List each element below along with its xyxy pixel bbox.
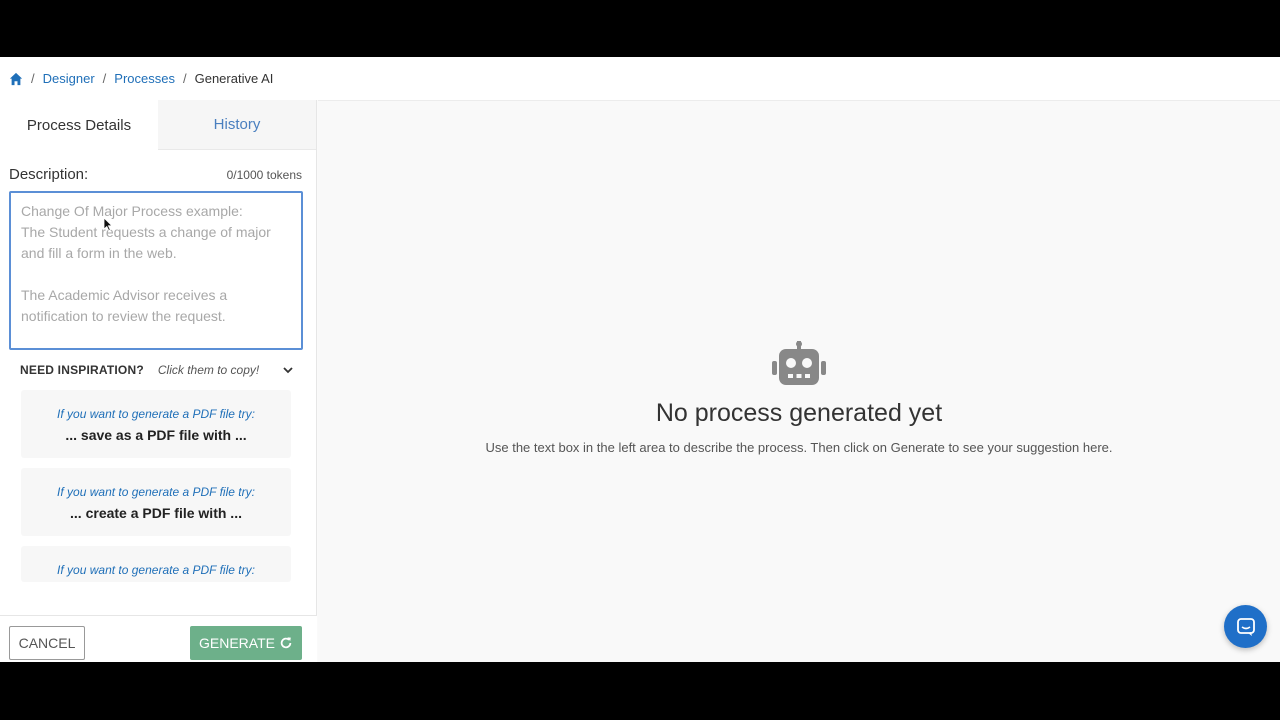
chat-icon xyxy=(1236,617,1255,636)
chevron-down-icon[interactable] xyxy=(282,364,294,376)
inspiration-card-hint: If you want to generate a PDF file try: xyxy=(57,485,255,499)
tab-history[interactable]: History xyxy=(158,100,316,150)
description-header: Description: 0/1000 tokens xyxy=(9,166,302,183)
result-area: No process generated yet Use the text bo… xyxy=(318,100,1280,662)
breadcrumb-current: Generative AI xyxy=(194,71,274,86)
description-input[interactable] xyxy=(9,191,303,350)
breadcrumb-processes[interactable]: Processes xyxy=(114,71,175,86)
top-letterbox xyxy=(0,0,1280,57)
bottom-letterbox xyxy=(0,662,1280,720)
empty-state-subtitle: Use the text box in the left area to des… xyxy=(485,440,1113,455)
empty-state-title: No process generated yet xyxy=(655,399,943,427)
inspiration-hint: Click them to copy! xyxy=(157,363,260,377)
inspiration-toggle[interactable]: NEED INSPIRATION? Click them to copy! xyxy=(20,363,294,377)
app-window: / Designer / Processes / Generative AI P… xyxy=(0,57,1280,662)
inspiration-card[interactable]: If you want to generate a PDF file try: … xyxy=(21,468,291,536)
inspiration-card-hint: If you want to generate a PDF file try: xyxy=(57,407,255,421)
empty-state: No process generated yet Use the text bo… xyxy=(318,341,1280,455)
panel-tabs: Process Details History xyxy=(0,100,316,150)
breadcrumb-designer[interactable]: Designer xyxy=(43,71,95,86)
inspiration-card[interactable]: If you want to generate a PDF file try: … xyxy=(21,390,291,458)
generate-button[interactable]: GENERATE xyxy=(190,626,302,660)
cancel-button[interactable]: CANCEL xyxy=(9,626,85,660)
inspiration-card-phrase: ... create a PDF file with ... xyxy=(70,505,242,521)
breadcrumb-separator: / xyxy=(31,71,35,86)
panel-footer: CANCEL GENERATE xyxy=(0,615,317,662)
generate-button-label: GENERATE xyxy=(199,635,275,651)
token-counter: 0/1000 tokens xyxy=(226,167,302,182)
description-label: Description: xyxy=(9,166,89,183)
mouse-pointer-icon xyxy=(103,217,113,231)
refresh-icon xyxy=(279,636,293,650)
chat-launcher-button[interactable] xyxy=(1224,605,1267,648)
robot-icon xyxy=(772,341,826,385)
inspiration-title: NEED INSPIRATION? xyxy=(20,363,144,377)
process-panel: Process Details History Description: 0/1… xyxy=(0,100,317,662)
breadcrumb-separator: / xyxy=(102,71,107,86)
inspiration-card[interactable]: If you want to generate a PDF file try: xyxy=(21,546,291,582)
inspiration-card-phrase: ... save as a PDF file with ... xyxy=(65,427,247,443)
tab-process-details[interactable]: Process Details xyxy=(0,100,158,150)
home-icon[interactable] xyxy=(9,72,23,86)
inspiration-card-hint: If you want to generate a PDF file try: xyxy=(57,563,255,577)
breadcrumb: / Designer / Processes / Generative AI xyxy=(0,57,1280,100)
breadcrumb-separator: / xyxy=(182,71,187,86)
